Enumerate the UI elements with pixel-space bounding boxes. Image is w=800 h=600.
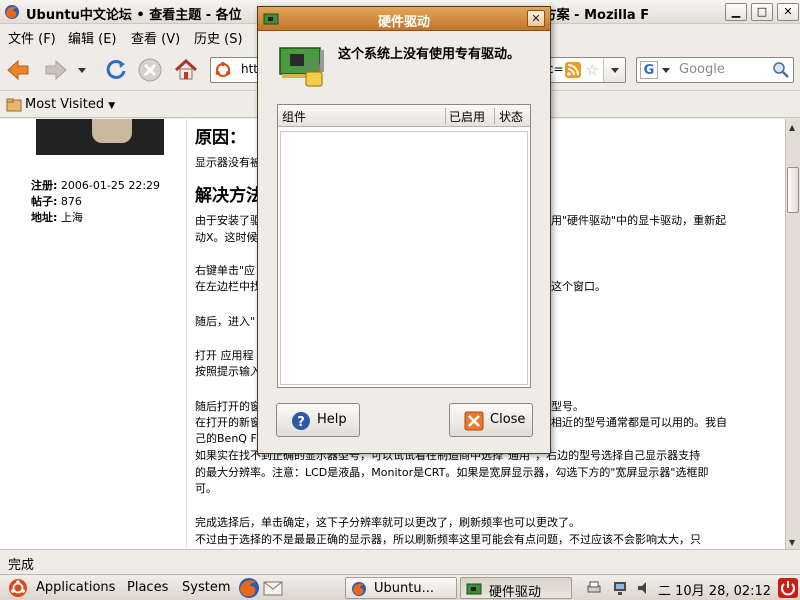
post-text: 在打开的新窗	[195, 416, 261, 429]
close-button[interactable]: Close	[449, 403, 533, 437]
firefox-icon	[5, 5, 19, 19]
search-icon[interactable]	[772, 61, 790, 79]
system-menu[interactable]: System	[182, 580, 230, 595]
column-enabled[interactable]: 已启用	[449, 108, 485, 126]
menu-view[interactable]: 查看 (V)	[131, 28, 180, 47]
bookmark-star-icon[interactable]: ☆	[586, 61, 599, 79]
menu-history[interactable]: 历史 (S)	[194, 28, 243, 47]
help-icon: ?	[292, 412, 310, 430]
home-icon[interactable]	[172, 56, 200, 84]
engine-dropdown-icon[interactable]	[661, 67, 671, 75]
menu-file[interactable]: 文件 (F)	[8, 28, 56, 47]
search-bar[interactable]: G Google	[636, 57, 794, 83]
firefox-launcher-icon[interactable]	[238, 577, 260, 599]
maximize-button[interactable]: □	[751, 3, 773, 21]
author-posts: 帖子: 876	[31, 195, 82, 208]
post-text: 随后打开的窗	[195, 400, 261, 413]
gnome-panel: Applications Places System Ubuntu... 硬件驱…	[0, 574, 800, 600]
firefox-icon	[352, 582, 366, 596]
url-dropdown-button[interactable]	[603, 58, 625, 82]
post-text: 右键单击"应	[195, 264, 256, 277]
panel-clock[interactable]: 二 10月 28, 02:12	[658, 580, 771, 599]
most-visited-menu[interactable]: Most Visited ▼	[25, 97, 115, 112]
google-engine-icon[interactable]: G	[640, 61, 658, 79]
author-location: 地址: 上海	[31, 211, 83, 224]
volume-icon[interactable]	[636, 580, 652, 596]
avatar	[36, 119, 164, 155]
ubuntu-favicon-icon	[215, 62, 231, 77]
scroll-up-icon[interactable]: ▲	[789, 123, 795, 132]
dialog-title: 硬件驱动	[377, 15, 430, 30]
post-text: 打开 应用程	[195, 349, 254, 362]
scroll-down-icon[interactable]: ▼	[789, 538, 795, 547]
post-text: 动X。这时候	[195, 231, 258, 244]
drivers-list[interactable]	[280, 131, 528, 385]
hardware-drivers-icon	[466, 583, 482, 595]
post-text: 由于安装了驱	[195, 214, 261, 227]
applications-menu[interactable]: Applications	[36, 580, 115, 595]
post-text: 这个窗口。	[551, 280, 606, 293]
table-header: 组件 已启用 状态	[278, 105, 530, 127]
taskbar-hardware-drivers[interactable]: 硬件驱动	[460, 577, 572, 600]
drivers-table: 组件 已启用 状态	[277, 104, 531, 388]
power-icon[interactable]	[777, 577, 799, 599]
post-text: 的最大分辨率。注意：LCD是液晶，Monitor是CRT。如果是宽屏显示器，勾选…	[195, 466, 709, 479]
post-text: 不过由于选择的不是最最正确的显示器，所以刷新频率这里可能会有点问题，不过应该不会…	[195, 533, 701, 546]
printer-icon[interactable]	[586, 580, 602, 596]
post-text: 在左边栏中找	[195, 280, 261, 293]
column-component[interactable]: 组件	[282, 108, 306, 126]
hardware-card-lock-icon	[279, 47, 324, 87]
dialog-close-button[interactable]: ✕	[527, 10, 545, 27]
bookmarks-folder-icon	[6, 98, 22, 112]
page-scrollbar[interactable]: ▲ ▼	[785, 119, 800, 549]
menu-edit[interactable]: 编辑 (E)	[68, 28, 117, 47]
post-text: 用"硬件驱动"中的显卡驱动，重新起	[551, 214, 727, 227]
post-text: 随后，进入"	[195, 315, 256, 328]
dialog-titlebar[interactable]: 硬件驱动 ✕	[258, 7, 550, 31]
url-text: htt	[241, 62, 259, 76]
post-text: 完成选择后，单击确定，这下子分辨率就可以更改了，刷新频率也可以更改了。	[195, 516, 580, 529]
stop-icon[interactable]	[136, 56, 164, 84]
post-text: 己的BenQ F	[195, 432, 257, 445]
reload-icon[interactable]	[102, 56, 130, 84]
close-window-button[interactable]: ✕	[777, 3, 799, 21]
post-text: 相近的型号通常都是可以用的。我自	[551, 416, 727, 429]
taskbar-firefox[interactable]: Ubuntu...	[345, 577, 457, 599]
chevron-down-icon	[611, 68, 619, 73]
author-registered: 注册: 2006-01-25 22:29	[31, 179, 161, 192]
post-text: 显示器没有被	[195, 156, 261, 169]
history-dropdown-icon[interactable]	[72, 56, 92, 84]
status-bar: 完成	[0, 549, 800, 573]
back-arrow-icon[interactable]	[4, 56, 32, 84]
close-icon	[464, 411, 484, 431]
section-heading: 解决方法	[195, 186, 263, 206]
section-heading: 原因：	[195, 128, 246, 148]
rss-feed-icon[interactable]	[565, 62, 581, 78]
chevron-down-icon: ▼	[108, 101, 116, 111]
dialog-message: 这个系统上没有使用专有驱动。	[338, 47, 521, 62]
places-menu[interactable]: Places	[127, 580, 168, 595]
network-icon[interactable]	[612, 580, 628, 596]
post-text: 可。	[195, 482, 217, 495]
mail-launcher-icon[interactable]	[262, 577, 284, 599]
svg-text:?: ?	[297, 415, 305, 430]
post-text: 按照提示输入	[195, 365, 261, 378]
hardware-drivers-dialog: 硬件驱动 ✕ 这个系统上没有使用专有驱动。 组件 已启用 状态 ? Help C…	[257, 6, 551, 454]
post-text: 型号。	[551, 400, 584, 413]
ubuntu-logo-icon[interactable]	[8, 578, 28, 598]
search-placeholder: Google	[679, 62, 725, 77]
help-button[interactable]: ? Help	[276, 403, 360, 437]
minimize-button[interactable]: ▁	[725, 3, 747, 21]
column-status[interactable]: 状态	[499, 108, 523, 126]
scrollbar-thumb[interactable]	[787, 167, 799, 213]
forward-arrow-icon[interactable]	[42, 56, 70, 84]
status-text: 完成	[8, 558, 35, 573]
